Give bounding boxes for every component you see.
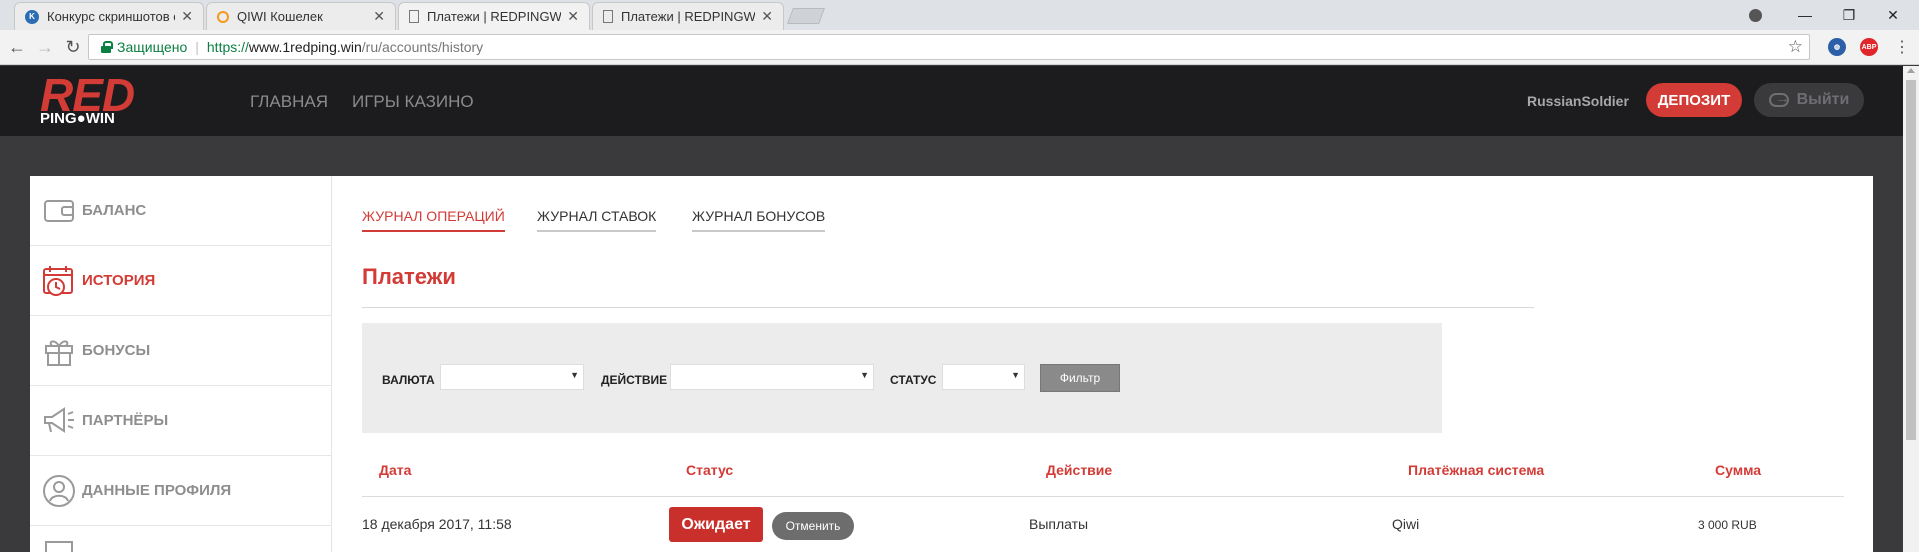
column-header-amount[interactable]: Сумма [1715,462,1761,478]
page-icon [409,10,419,23]
gift-icon [42,334,76,368]
site-logo[interactable]: RED PING●WIN [38,69,148,132]
sidebar-item-label: ИСТОРИЯ [82,272,156,289]
restore-button[interactable]: ❐ [1827,0,1871,30]
reload-icon[interactable]: ↻ [62,36,84,58]
divider [362,496,1844,497]
nav-link-home[interactable]: ГЛАВНАЯ [250,92,328,112]
bookmark-star-icon[interactable]: ☆ [1788,37,1803,57]
browser-tab[interactable]: QIWI Кошелек ✕ [206,2,396,30]
sidebar-item-label: ДАННЫЕ ПРОФИЛЯ [82,482,232,499]
browser-tab-title: QIWI Кошелек [237,9,323,24]
close-icon[interactable]: ✕ [567,8,579,25]
globe-extension-icon[interactable]: ◍ [1828,38,1846,56]
new-tab-button[interactable] [787,8,825,24]
sidebar-item-bonuses[interactable]: БОНУСЫ [30,316,332,386]
qiwi-favicon-icon [217,10,229,23]
deposit-button[interactable]: ДЕПОЗИТ [1646,83,1742,117]
column-header-payment-system[interactable]: Платёжная система [1408,462,1544,478]
page-title: Платежи [362,264,456,289]
browser-tab-title: Конкурс скриншотов от [47,9,176,24]
page-scrollbar[interactable] [1903,66,1919,552]
account-icon[interactable] [1733,0,1777,30]
divider [362,307,1534,308]
sidebar-item-partners[interactable]: ПАРТНЁРЫ [30,386,332,456]
scrollbar-thumb[interactable] [1906,80,1916,440]
user-profile-icon [42,474,76,508]
filter-button[interactable]: Фильтр [1040,364,1120,392]
sidebar-item-history[interactable]: ИСТОРИЯ [30,246,332,316]
logout-label: Выйти [1796,91,1850,108]
currency-label: ВАЛЮТА [382,373,435,387]
cell-payment-system: Qiwi [1392,516,1420,532]
column-header-action[interactable]: Действие [1046,462,1112,478]
site-header: RED PING●WIN ГЛАВНАЯ ИГРЫ КАЗИНО Russian… [0,66,1903,136]
adblock-extension-icon[interactable]: ABP [1860,38,1878,56]
column-header-status[interactable]: Статус [686,462,733,478]
sidebar-item-more[interactable] [30,526,332,552]
tab-bonuses[interactable]: ЖУРНАЛ БОНУСОВ [692,208,826,232]
wallet-icon [42,194,76,228]
filter-panel: ВАЛЮТА ДЕЙСТВИЕ СТАТУС Фильтр [362,323,1442,433]
status-select[interactable] [942,364,1025,390]
cell-amount: 3 000 RUB [1698,518,1757,532]
action-label: ДЕЙСТВИЕ [601,373,668,387]
browser-tab-title: Платежи | REDPINGWIN [427,9,562,24]
browser-tab-title: Платежи | REDPINGWIN [621,9,756,24]
account-sidebar: БАЛАНС ИСТОРИЯ БОНУСЫ ПАРТНЁРЫ ДАННЫЕ ПР… [30,176,332,552]
security-indicator[interactable]: Защищено [101,39,187,55]
url-host: www.1redping.win [248,39,362,55]
logout-button[interactable]: Выйти [1754,83,1864,117]
sidebar-item-label: БОНУСЫ [82,342,151,359]
calendar-clock-icon [42,264,76,298]
scroll-up-icon[interactable] [1907,68,1915,73]
sidebar-item-profile[interactable]: ДАННЫЕ ПРОФИЛЯ [30,456,332,526]
minimize-button[interactable]: — [1783,0,1827,30]
cell-action: Выплаты [1029,516,1089,532]
url-path: /ru/accounts/history [361,39,484,55]
forward-arrow-icon[interactable]: → [34,36,56,58]
username[interactable]: RussianSoldier [1527,93,1629,109]
currency-select[interactable] [440,364,584,390]
back-arrow-icon[interactable]: ← [6,36,28,58]
column-header-date[interactable]: Дата [379,462,411,478]
page-icon [603,10,613,23]
megaphone-icon [42,404,76,438]
ko-favicon-icon: K [25,9,39,24]
cell-date: 18 декабря 2017, 11:58 [362,516,512,532]
menu-icon[interactable]: ⋮ [1891,36,1913,58]
sidebar-item-label: ПАРТНЁРЫ [82,412,169,429]
browser-tab-active[interactable]: Платежи | REDPINGWIN ✕ [398,2,590,30]
tab-bets[interactable]: ЖУРНАЛ СТАВОК [537,208,657,232]
browser-toolbar: ← → ↻ Защищено | https:// www.1redping.w… [0,30,1919,65]
partial-icon [42,522,76,552]
tab-operations[interactable]: ЖУРНАЛ ОПЕРАЦИЙ [362,208,505,232]
browser-tab-strip: K Конкурс скриншотов от ✕ QIWI Кошелек ✕… [0,0,1919,30]
close-icon[interactable]: ✕ [181,8,193,25]
browser-tab[interactable]: Платежи | REDPINGWIN ✕ [592,2,784,30]
cancel-button[interactable]: Отменить [772,512,854,540]
status-label: СТАТУС [890,373,937,387]
account-card: БАЛАНС ИСТОРИЯ БОНУСЫ ПАРТНЁРЫ ДАННЫЕ ПР… [30,176,1873,552]
security-label: Защищено [117,39,188,55]
url-scheme: https:// [206,39,249,55]
sidebar-item-label: БАЛАНС [82,202,147,219]
close-icon[interactable]: ✕ [761,8,773,25]
divider: | [195,39,199,55]
logo-text-bottom: PING●WIN [40,110,115,127]
sidebar-item-balance[interactable]: БАЛАНС [30,176,332,246]
close-window-button[interactable]: ✕ [1871,0,1915,30]
action-select[interactable] [670,364,874,390]
nav-link-casino[interactable]: ИГРЫ КАЗИНО [352,92,474,112]
close-icon[interactable]: ✕ [373,8,385,25]
status-badge: Ожидает [669,507,763,542]
browser-tab[interactable]: K Конкурс скриншотов от ✕ [14,2,204,30]
logout-icon [1768,90,1790,107]
lock-icon [101,41,113,53]
address-bar[interactable]: Защищено | https:// www.1redping.win /ru… [88,34,1810,60]
